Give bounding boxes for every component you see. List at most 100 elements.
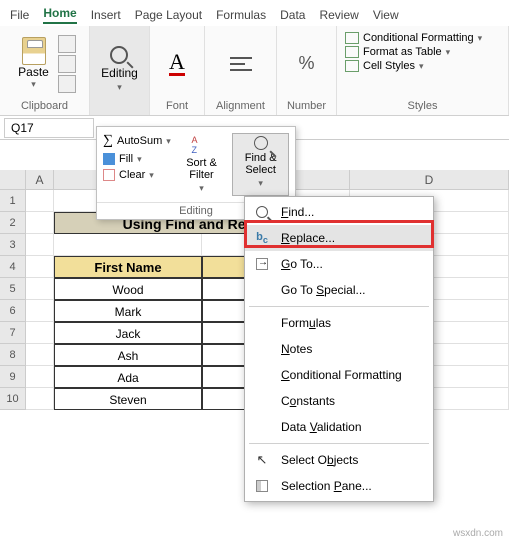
tab-insert[interactable]: Insert	[91, 8, 121, 22]
find-select-button[interactable]: Find & Select ▾	[232, 133, 289, 196]
editing-button[interactable]: Editing ▾	[101, 46, 138, 93]
autosum-button[interactable]: ∑AutoSum▾	[103, 133, 171, 149]
menu-cond-formatting[interactable]: Conditional Formatting	[245, 362, 433, 388]
header-cell[interactable]: First Name	[54, 256, 202, 278]
menu-data-validation[interactable]: Data Validation	[245, 414, 433, 440]
group-label-styles: Styles	[341, 99, 504, 113]
menu-constants[interactable]: Constants	[245, 388, 433, 414]
group-label-clipboard: Clipboard	[4, 99, 85, 113]
data-cell[interactable]: Steven	[54, 388, 202, 410]
menu-formulas[interactable]: Formulas	[245, 310, 433, 336]
conditional-formatting-button[interactable]: Conditional Formatting▾	[345, 32, 482, 44]
cell[interactable]	[26, 388, 54, 410]
cell[interactable]	[26, 300, 54, 322]
tab-review[interactable]: Review	[319, 8, 358, 22]
tab-view[interactable]: View	[373, 8, 399, 22]
sort-label: Sort & Filter	[181, 157, 223, 181]
search-icon	[256, 206, 268, 218]
copy-icon[interactable]	[58, 55, 76, 73]
cell[interactable]	[26, 322, 54, 344]
tab-page-layout[interactable]: Page Layout	[135, 8, 202, 22]
menu-find[interactable]: Find...	[245, 199, 433, 225]
menu-separator	[249, 443, 429, 444]
menu-notes[interactable]: Notes	[245, 336, 433, 362]
fill-button[interactable]: Fill▾	[103, 153, 171, 165]
sort-filter-button[interactable]: Sort & Filter ▾	[177, 133, 227, 196]
col-header-a[interactable]: A	[26, 170, 54, 189]
group-styles: Conditional Formatting▾ Format as Table▾…	[337, 26, 509, 115]
group-label-font: Font	[154, 99, 200, 113]
tab-formulas[interactable]: Formulas	[216, 8, 266, 22]
menu-select-objects[interactable]: Select Objects	[245, 447, 433, 473]
group-label-editing	[94, 111, 145, 113]
cut-icon[interactable]	[58, 35, 76, 53]
select-all-corner[interactable]	[0, 170, 26, 189]
cond-label: Conditional Formatting	[363, 32, 474, 44]
cell[interactable]	[26, 366, 54, 388]
format-painter-icon[interactable]	[58, 75, 76, 93]
cursor-icon	[257, 452, 268, 468]
group-label-alignment: Alignment	[209, 99, 272, 113]
tab-home[interactable]: Home	[43, 6, 76, 24]
cell[interactable]	[26, 256, 54, 278]
row-header[interactable]: 6	[0, 300, 26, 322]
cell[interactable]	[26, 212, 54, 234]
cell[interactable]	[26, 190, 54, 212]
row-header[interactable]: 4	[0, 256, 26, 278]
paste-label: Paste	[18, 65, 49, 79]
cell[interactable]	[26, 234, 54, 256]
menu-goto-special[interactable]: Go To Special...	[245, 277, 433, 303]
search-icon	[254, 136, 268, 150]
cell[interactable]	[54, 234, 202, 256]
group-label-number: Number	[281, 99, 332, 113]
data-cell[interactable]: Mark	[54, 300, 202, 322]
find-select-menu: Find... bc Replace... Go To... Go To Spe…	[244, 196, 434, 502]
chevron-down-icon: ▾	[117, 82, 122, 93]
row-header[interactable]: 3	[0, 234, 26, 256]
cell-label: Cell Styles	[363, 60, 415, 72]
row-header[interactable]: 2	[0, 212, 26, 234]
pane-icon	[256, 480, 268, 492]
group-number: % Number	[277, 26, 337, 115]
chevron-down-icon: ▾	[31, 79, 36, 90]
row-header[interactable]: 5	[0, 278, 26, 300]
align-icon	[230, 55, 252, 73]
cell-styles-icon	[345, 60, 359, 72]
menu-goto[interactable]: Go To...	[245, 251, 433, 277]
row-header[interactable]: 8	[0, 344, 26, 366]
row-header[interactable]: 10	[0, 388, 26, 410]
alignment-button[interactable]	[230, 55, 252, 73]
tab-data[interactable]: Data	[280, 8, 305, 22]
group-clipboard: Paste ▾ Clipboard	[0, 26, 90, 115]
cell-styles-button[interactable]: Cell Styles▾	[345, 60, 424, 72]
percent-icon: %	[298, 53, 314, 73]
clipboard-small-buttons[interactable]	[58, 35, 76, 93]
table-label: Format as Table	[363, 46, 442, 58]
search-icon	[110, 46, 128, 64]
menu-replace[interactable]: bc Replace...	[245, 225, 433, 251]
group-font: A Font	[150, 26, 205, 115]
paste-button[interactable]: Paste ▾	[14, 37, 54, 90]
data-cell[interactable]: Jack	[54, 322, 202, 344]
format-as-table-button[interactable]: Format as Table▾	[345, 46, 450, 58]
col-header-d[interactable]: D	[350, 170, 509, 189]
name-box[interactable]: Q17	[4, 118, 94, 138]
cell[interactable]	[26, 344, 54, 366]
data-cell[interactable]: Ada	[54, 366, 202, 388]
data-cell[interactable]: Ash	[54, 344, 202, 366]
row-header[interactable]: 7	[0, 322, 26, 344]
clear-icon	[103, 169, 115, 181]
data-cell[interactable]: Wood	[54, 278, 202, 300]
menu-selection-pane[interactable]: Selection Pane...	[245, 473, 433, 499]
cell[interactable]	[26, 278, 54, 300]
tab-file[interactable]: File	[10, 8, 29, 22]
font-color-button[interactable]: A	[169, 51, 185, 76]
clear-label: Clear	[119, 169, 145, 181]
font-icon: A	[169, 51, 185, 76]
number-format-button[interactable]: %	[298, 53, 314, 74]
row-header[interactable]: 1	[0, 190, 26, 212]
group-alignment: Alignment	[205, 26, 277, 115]
clear-button[interactable]: Clear▾	[103, 169, 171, 181]
replace-icon: bc	[256, 231, 268, 245]
row-header[interactable]: 9	[0, 366, 26, 388]
